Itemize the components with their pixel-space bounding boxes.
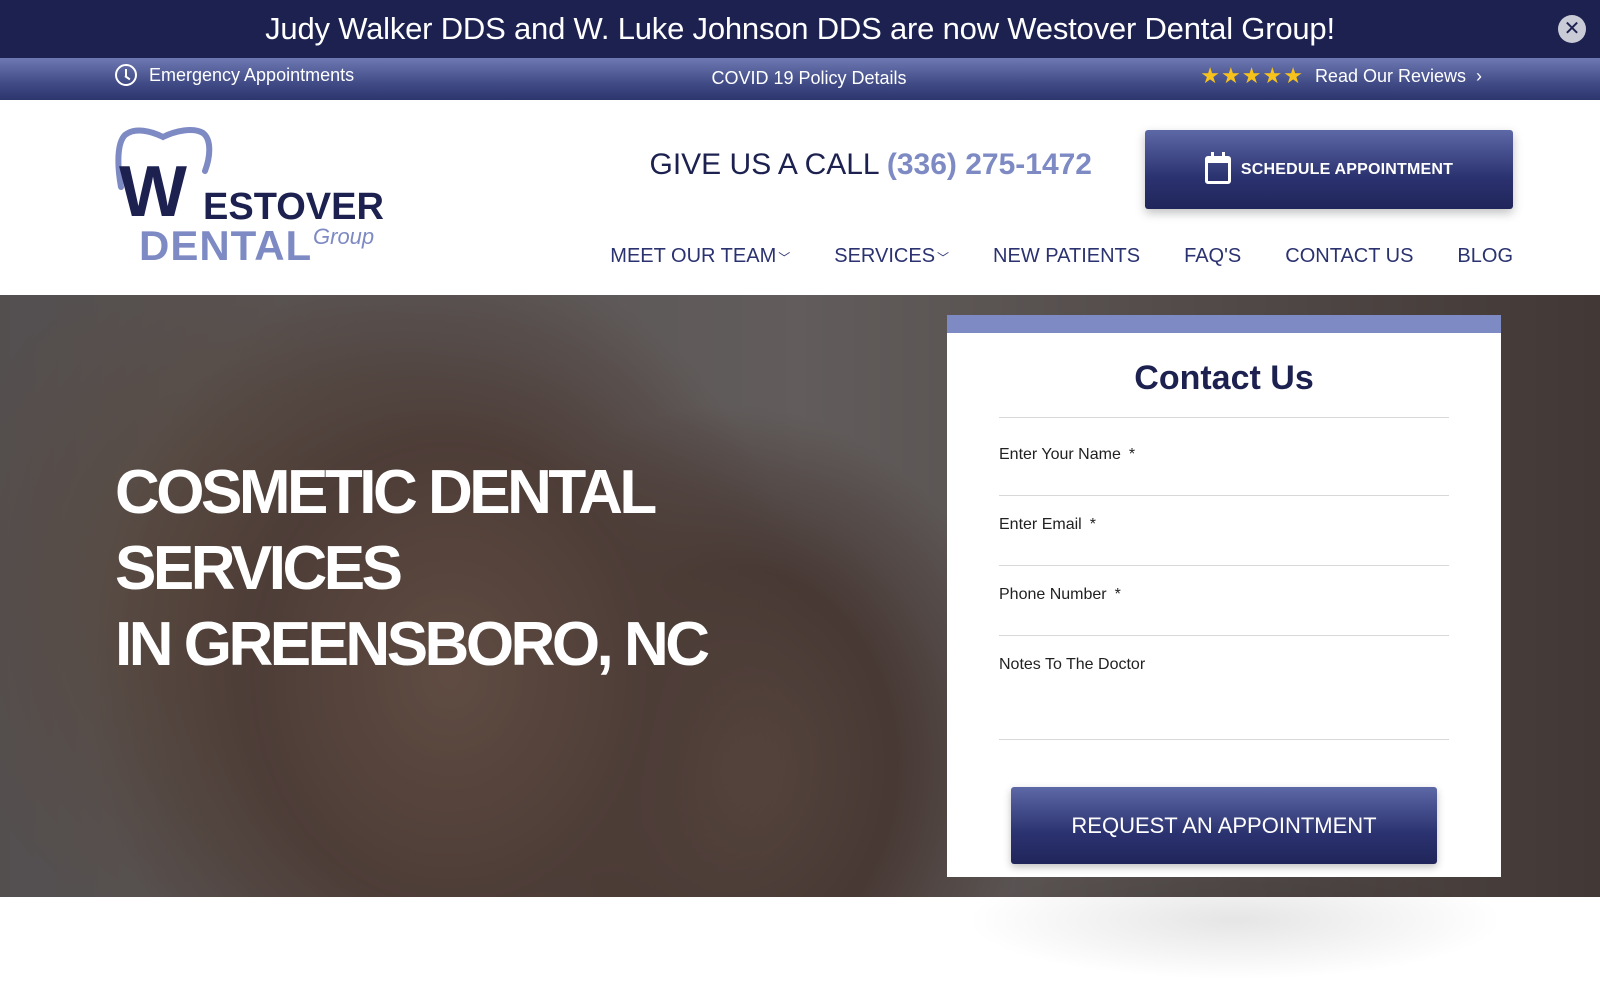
required-mark: * [1114, 586, 1121, 603]
card-shadow [965, 860, 1505, 980]
reviews-label: Read Our Reviews [1314, 65, 1466, 86]
covid-policy-link[interactable]: COVID 19 Policy Details [711, 68, 906, 88]
name-field[interactable]: Enter Your Name * [999, 446, 1449, 496]
close-icon[interactable]: ✕ [1558, 15, 1586, 43]
nav-item-contact-us[interactable]: CONTACT US [1285, 245, 1413, 268]
logo-group: Group [313, 224, 375, 249]
utility-bar: Emergency Appointments COVID 19 Policy D… [0, 58, 1600, 100]
required-mark: * [1089, 516, 1096, 533]
divider [999, 417, 1449, 418]
nav-item-new-patients[interactable]: NEW PATIENTS [993, 245, 1140, 268]
notes-field[interactable]: Notes To The Doctor [999, 656, 1449, 740]
nav-item-faqs[interactable]: FAQ'S [1184, 245, 1241, 268]
required-mark: * [1128, 446, 1136, 463]
star-icon: ★ [1241, 63, 1262, 88]
call-prefix: GIVE US A CALL [649, 148, 879, 181]
nav-label: CONTACT US [1285, 245, 1414, 267]
star-icon: ★ [1200, 63, 1220, 88]
logo-dental: DENTAL [139, 222, 313, 269]
calendar-icon [1204, 151, 1231, 184]
site-header: W ESTOVER DENTAL Group GIVE US A CALL (3… [0, 100, 1600, 295]
name-label: Enter Your Name [999, 446, 1121, 463]
nav-label: FAQ'S [1184, 245, 1242, 267]
star-icon: ★ [1283, 63, 1303, 88]
chevron-down-icon: ﹀ [937, 251, 950, 265]
hero-title: COSMETIC DENTAL SERVICES IN GREENSBORO, … [115, 455, 915, 683]
rating-stars: ★ ★ ★ ★ ★ [1200, 64, 1303, 88]
chevron-right-icon: › [1476, 65, 1482, 86]
nav-item-meet-our-team[interactable]: MEET OUR TEAM ﹀ [610, 245, 790, 268]
announcement-text: Judy Walker DDS and W. Luke Johnson DDS … [265, 11, 1335, 46]
email-label: Enter Email [999, 516, 1082, 533]
nav-label: SERVICES [834, 245, 936, 267]
hero-line-2: IN GREENSBORO, NC [115, 610, 710, 679]
notes-label: Notes To The Doctor [999, 656, 1146, 673]
nav-label: BLOG [1457, 245, 1513, 267]
logo-letter-w: W [119, 152, 187, 232]
hero-line-1: COSMETIC DENTAL SERVICES [115, 458, 656, 603]
contact-form-card: Contact Us Enter Your Name * Enter Email *… [947, 315, 1501, 877]
contact-form-title: Contact Us [1134, 359, 1314, 397]
main-nav: MEET OUR TEAM ﹀ SERVICES ﹀ NEW PATIENTS … [610, 245, 1513, 268]
chevron-down-icon: ﹀ [778, 251, 791, 265]
call-line: GIVE US A CALL (336) 275-1472 [650, 148, 1093, 182]
nav-label: NEW PATIENTS [993, 245, 1141, 267]
announcement-bar: Judy Walker DDS and W. Luke Johnson DDS … [0, 0, 1600, 58]
schedule-label: SCHEDULE APPOINTMENT [1240, 160, 1454, 178]
request-appointment-button[interactable]: REQUEST AN APPOINTMENT [1011, 787, 1437, 864]
nav-label: MEET OUR TEAM [610, 245, 777, 267]
email-field[interactable]: Enter Email * [999, 516, 1449, 566]
schedule-appointment-button[interactable]: SCHEDULE APPOINTMENT [1145, 130, 1513, 209]
phone-link[interactable]: (336) 275-1472 [887, 148, 1092, 181]
star-icon: ★ [1221, 63, 1241, 88]
nav-item-blog[interactable]: BLOG [1457, 245, 1513, 268]
phone-label: Phone Number [999, 586, 1107, 603]
site-logo[interactable]: W ESTOVER DENTAL Group [115, 125, 384, 270]
nav-item-services[interactable]: SERVICES ﹀ [834, 245, 949, 268]
logo-estover: ESTOVER [203, 186, 384, 228]
phone-field[interactable]: Phone Number * [999, 586, 1449, 636]
reviews-link[interactable]: ★ ★ ★ ★ ★ Read Our Reviews › [1200, 64, 1482, 88]
star-icon: ★ [1262, 63, 1283, 88]
